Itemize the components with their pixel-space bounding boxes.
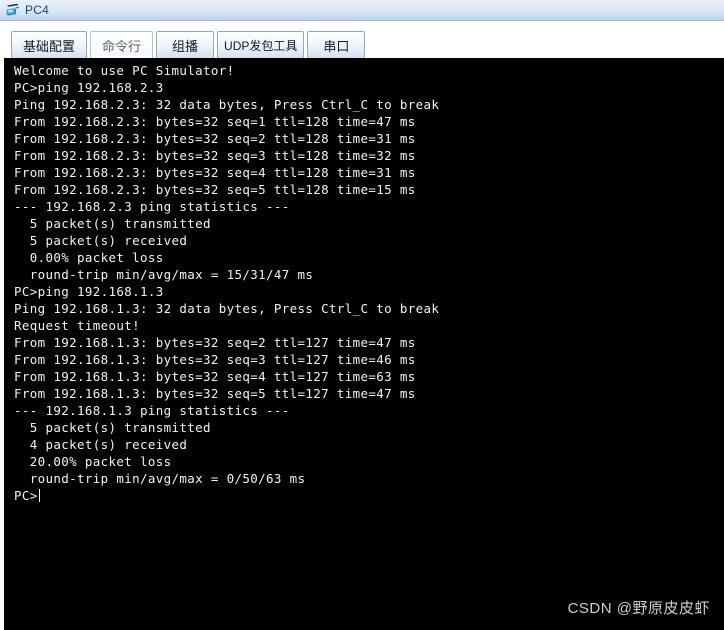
terminal-line: From 192.168.1.3: bytes=32 seq=5 ttl=127… (14, 386, 416, 401)
tab-command-line[interactable]: 命令行 (90, 31, 154, 58)
terminal-line: Ping 192.168.1.3: 32 data bytes, Press C… (14, 301, 440, 316)
terminal-line: --- 192.168.1.3 ping statistics --- (14, 403, 290, 418)
terminal-line: 5 packet(s) transmitted (14, 420, 211, 435)
terminal-line: From 192.168.2.3: bytes=32 seq=2 ttl=128… (14, 131, 416, 146)
terminal-console[interactable]: Welcome to use PC Simulator! PC>ping 192.… (4, 58, 724, 630)
terminal-line: round-trip min/avg/max = 15/31/47 ms (14, 267, 314, 282)
terminal-line: From 192.168.2.3: bytes=32 seq=4 ttl=128… (14, 165, 416, 180)
tab-label: 基础配置 (23, 38, 76, 54)
terminal-line: Welcome to use PC Simulator! (14, 63, 235, 78)
tab-udp-tool[interactable]: UDP发包工具 (217, 31, 305, 58)
tab-multicast[interactable]: 组播 (156, 31, 215, 58)
text-cursor (38, 489, 40, 502)
window-title: PC4 (25, 3, 49, 17)
terminal-prompt: PC> (14, 488, 38, 503)
tab-basic-config[interactable]: 基础配置 (11, 31, 88, 58)
tab-label: 命令行 (102, 38, 142, 54)
window-titlebar: PC4 (0, 0, 724, 21)
tab-bar: 基础配置 命令行 组播 UDP发包工具 串口 (0, 21, 724, 58)
terminal-line: 0.00% packet loss (14, 250, 164, 265)
tab-serial-port[interactable]: 串口 (307, 31, 366, 58)
terminal-line: 4 packet(s) received (14, 437, 188, 452)
pc-host-icon (5, 2, 21, 18)
terminal-line: From 192.168.2.3: bytes=32 seq=3 ttl=128… (14, 148, 416, 163)
terminal-line: From 192.168.2.3: bytes=32 seq=1 ttl=128… (14, 114, 416, 129)
terminal-panel: Welcome to use PC Simulator! PC>ping 192.… (0, 58, 724, 630)
tab-label: 串口 (323, 38, 350, 54)
terminal-line: From 192.168.2.3: bytes=32 seq=5 ttl=128… (14, 182, 416, 197)
terminal-line: 20.00% packet loss (14, 454, 172, 469)
terminal-line: PC>ping 192.168.2.3 (14, 80, 164, 95)
terminal-line: 5 packet(s) received (14, 233, 188, 248)
tab-label: UDP发包工具 (224, 38, 298, 53)
terminal-line: --- 192.168.2.3 ping statistics --- (14, 199, 290, 214)
pc-simulator-window: PC4 基础配置 命令行 组播 UDP发包工具 串口 Welcome to us… (0, 0, 724, 630)
terminal-line: From 192.168.1.3: bytes=32 seq=4 ttl=127… (14, 369, 416, 384)
terminal-line: Request timeout! (14, 318, 141, 333)
terminal-prompt-line[interactable]: PC> (14, 487, 724, 504)
terminal-line: PC>ping 192.168.1.3 (14, 284, 164, 299)
tab-label: 组播 (172, 38, 199, 54)
terminal-line: From 192.168.1.3: bytes=32 seq=2 ttl=127… (14, 335, 416, 350)
watermark-label: CSDN @野原皮皮虾 (567, 600, 710, 617)
terminal-line: Ping 192.168.2.3: 32 data bytes, Press C… (14, 97, 440, 112)
terminal-line: 5 packet(s) transmitted (14, 216, 211, 231)
terminal-line: From 192.168.1.3: bytes=32 seq=3 ttl=127… (14, 352, 416, 367)
terminal-line: round-trip min/avg/max = 0/50/63 ms (14, 471, 306, 486)
